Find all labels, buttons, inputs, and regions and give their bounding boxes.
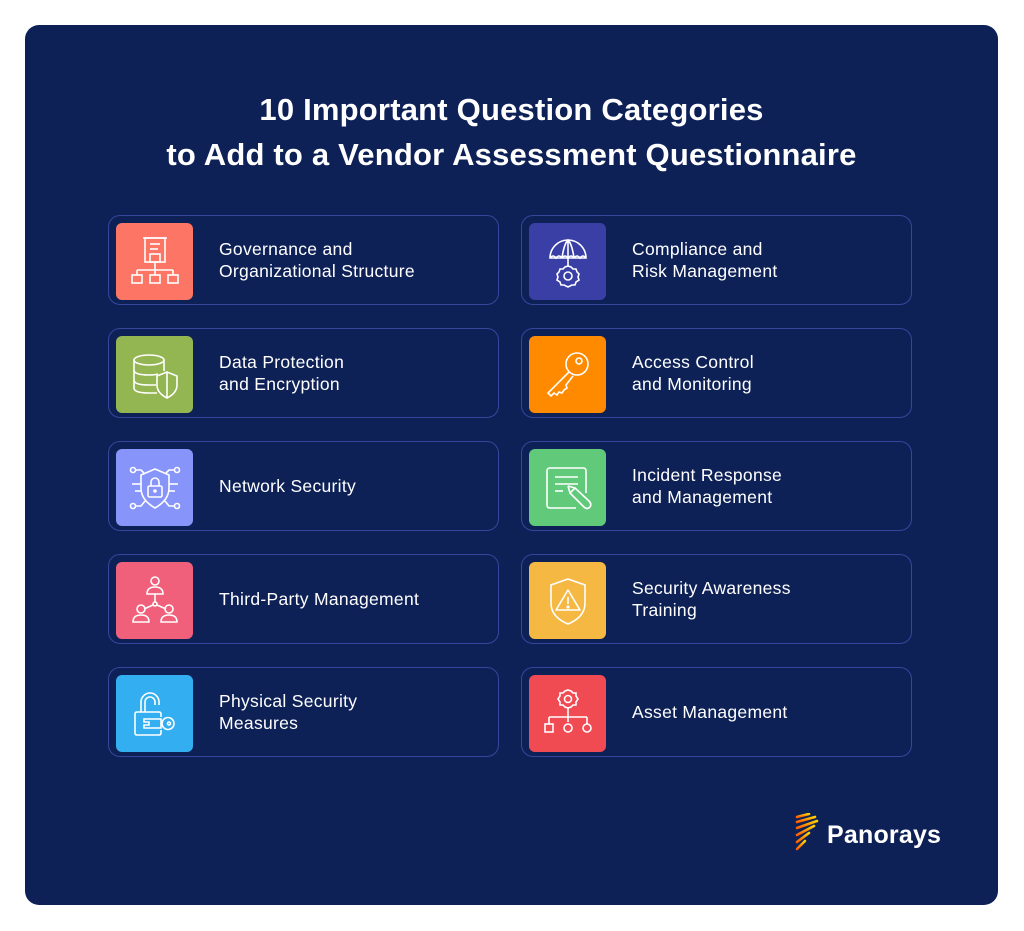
category-label: Data Protection and Encryption	[219, 351, 345, 395]
people-network-icon	[131, 575, 178, 623]
category-label: Compliance and Risk Management	[632, 238, 778, 282]
icon-tile	[529, 562, 606, 639]
gear-hierarchy-icon	[543, 688, 592, 733]
category-card-incident-response: Incident Response and Management	[521, 441, 912, 531]
padlock-key-icon	[133, 691, 175, 736]
category-card-network-security: Network Security	[108, 441, 499, 531]
category-card-asset-management: Asset Management	[521, 667, 912, 757]
category-card-third-party: Third-Party Management	[108, 554, 499, 644]
icon-tile	[529, 449, 606, 526]
category-card-data-protection: Data Protection and Encryption	[108, 328, 499, 418]
category-card-access-control: Access Control and Monitoring	[521, 328, 912, 418]
page-title: 10 Important Question Categories to Add …	[25, 87, 998, 177]
icon-tile	[529, 675, 606, 752]
key-icon	[546, 351, 589, 397]
brand-name: Panorays	[827, 820, 942, 849]
category-card-compliance: Compliance and Risk Management	[521, 215, 912, 305]
icon-tile	[116, 223, 193, 300]
title-line-2: to Add to a Vendor Assessment Questionna…	[166, 137, 857, 172]
infographic-panel: 10 Important Question Categories to Add …	[25, 25, 998, 905]
org-chart-icon	[130, 236, 179, 284]
category-card-security-awareness: Security Awareness Training	[521, 554, 912, 644]
database-shield-icon	[132, 353, 178, 399]
category-label: Governance and Organizational Structure	[219, 238, 415, 282]
category-label: Security Awareness Training	[632, 577, 791, 621]
category-card-governance: Governance and Organizational Structure	[108, 215, 499, 305]
icon-tile	[116, 675, 193, 752]
icon-tile	[116, 562, 193, 639]
umbrella-gear-icon	[548, 238, 587, 288]
icon-tile	[116, 449, 193, 526]
icon-tile	[529, 336, 606, 413]
category-label: Third-Party Management	[219, 588, 420, 609]
title-line-1: 10 Important Question Categories	[259, 92, 764, 127]
category-label: Incident Response and Management	[632, 464, 783, 508]
category-label: Network Security	[219, 475, 357, 496]
category-label: Access Control and Monitoring	[632, 351, 754, 395]
warning-shield-icon	[549, 577, 586, 625]
category-label: Asset Management	[632, 701, 788, 722]
category-card-physical-security: Physical Security Measures	[108, 667, 499, 757]
brand-logo: Panorays	[795, 813, 941, 857]
icon-tile	[116, 336, 193, 413]
category-label: Physical Security Measures	[219, 690, 358, 734]
document-edit-icon	[545, 466, 592, 509]
icon-tile	[529, 223, 606, 300]
panorays-rays-icon	[795, 813, 819, 851]
network-shield-lock-icon	[129, 466, 180, 509]
